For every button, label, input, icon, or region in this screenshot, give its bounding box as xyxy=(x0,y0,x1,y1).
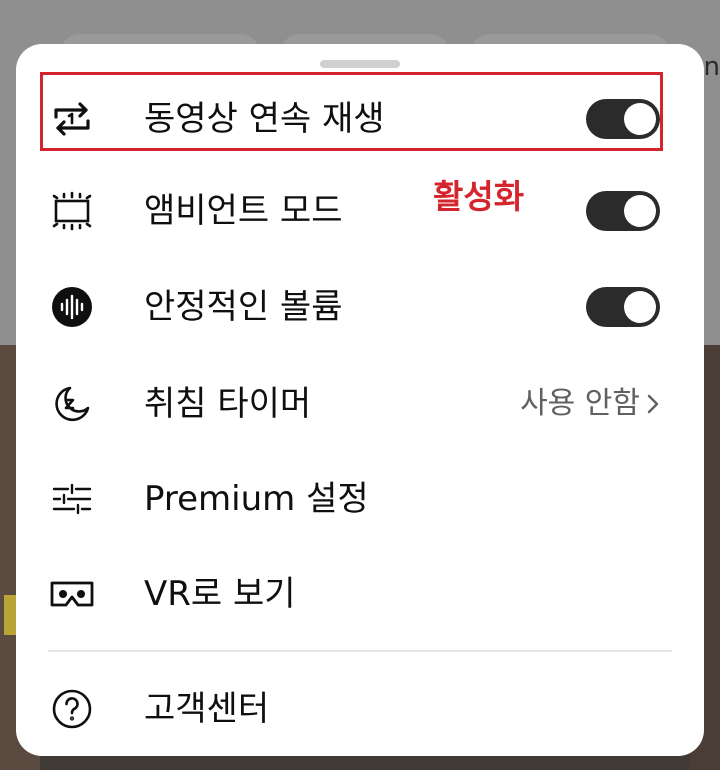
toggle-knob xyxy=(624,195,656,227)
menu-item-label: 앰비언트 모드 xyxy=(144,191,343,231)
menu-item-vr[interactable]: VR로 보기 xyxy=(16,549,704,639)
annotation-label: 활성화 xyxy=(433,177,525,216)
drag-handle[interactable] xyxy=(320,60,400,68)
menu-item-label: 고객센터 xyxy=(144,689,270,729)
help-question-icon xyxy=(48,685,96,733)
menu-item-label: Premium 설정 xyxy=(144,479,369,519)
menu-divider xyxy=(48,650,672,652)
toggle-knob xyxy=(624,291,656,323)
menu-item-label: 안정적인 볼륨 xyxy=(144,287,343,327)
sleep-timer-moon-icon xyxy=(48,380,96,428)
ambient-mode-icon xyxy=(48,187,96,235)
menu-item-ambient-mode[interactable]: 앰비언트 모드 xyxy=(16,166,704,256)
sleep-timer-value: 사용 안함 xyxy=(520,386,640,421)
stable-volume-toggle[interactable] xyxy=(586,287,660,327)
menu-item-sleep-timer[interactable]: 취침 타이머 사용 안함 xyxy=(16,359,704,449)
menu-item-label: VR로 보기 xyxy=(144,574,296,614)
chevron-right-icon xyxy=(647,394,659,414)
ambient-mode-toggle[interactable] xyxy=(586,191,660,231)
stable-volume-icon xyxy=(48,283,96,331)
menu-item-stable-volume[interactable]: 안정적인 볼륨 xyxy=(16,262,704,352)
premium-settings-sliders-icon xyxy=(48,475,96,523)
menu-item-premium-settings[interactable]: Premium 설정 xyxy=(16,454,704,544)
menu-item-help[interactable]: 고객센터 xyxy=(16,664,704,754)
menu-item-label: 취침 타이머 xyxy=(144,384,312,424)
vr-headset-icon xyxy=(48,570,96,618)
annotation-highlight-box xyxy=(40,72,663,151)
